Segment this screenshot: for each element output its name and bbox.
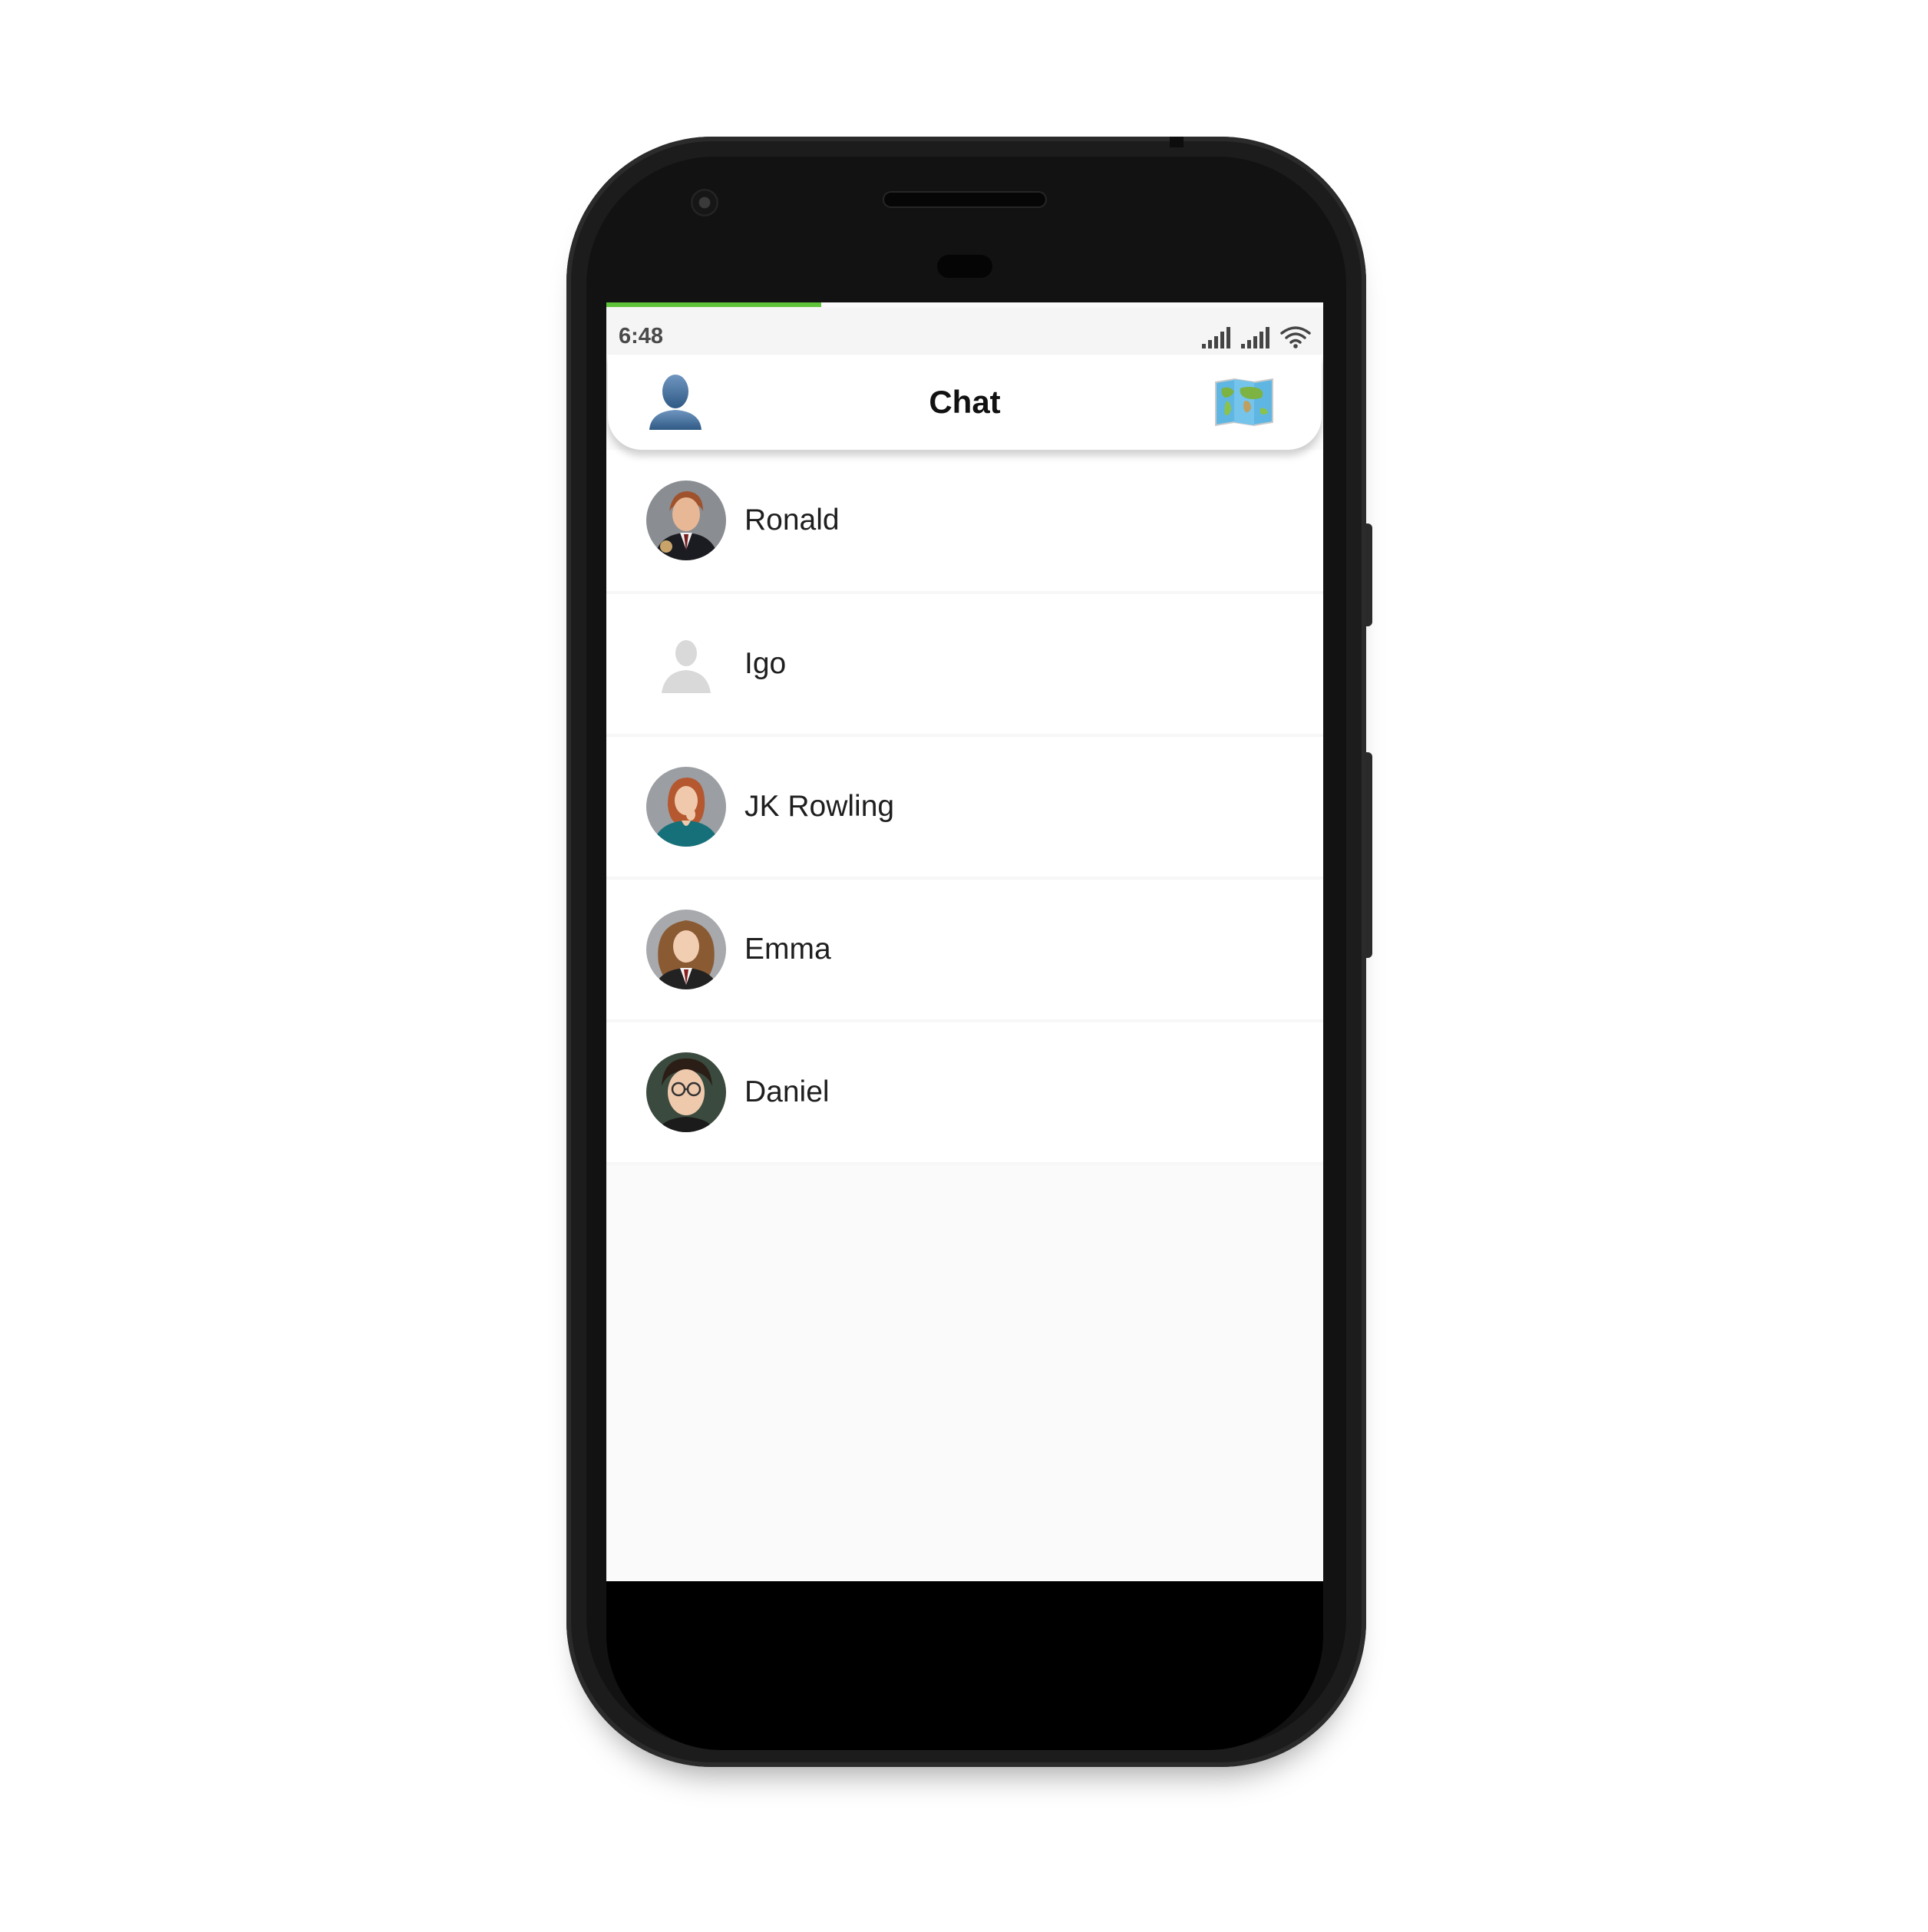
avatar — [646, 910, 726, 989]
avatar — [646, 767, 726, 847]
front-camera — [691, 189, 718, 216]
contact-name: Daniel — [744, 1075, 830, 1108]
app-header: Chat — [608, 355, 1322, 450]
phone-chin — [606, 1581, 1323, 1750]
wifi-icon — [1280, 326, 1311, 348]
phone-antenna-mark — [1170, 137, 1184, 147]
status-bar: 6:48 — [606, 307, 1323, 355]
status-time: 6:48 — [619, 324, 664, 348]
list-item[interactable]: Emma — [606, 880, 1323, 1022]
device-mockup: 6:48 Chat Ronald Igo JK Rowling Emma Dan… — [0, 0, 1928, 1932]
signal-icon — [1241, 327, 1269, 348]
signal-icon — [1202, 327, 1230, 348]
avatar — [646, 1052, 726, 1132]
app-screen: 6:48 Chat Ronald Igo JK Rowling Emma Dan… — [606, 302, 1323, 1581]
earpiece-speaker — [884, 193, 1045, 206]
contact-list: Ronald Igo JK Rowling Emma Daniel — [606, 450, 1323, 1165]
contact-name: Ronald — [744, 504, 840, 537]
list-item[interactable]: JK Rowling — [606, 737, 1323, 880]
contact-name: Emma — [744, 933, 831, 966]
default-avatar-icon — [646, 624, 726, 704]
contact-name: JK Rowling — [744, 790, 895, 823]
avatar — [646, 481, 726, 560]
list-item[interactable]: Igo — [606, 594, 1323, 737]
status-icons — [1202, 322, 1311, 348]
world-map-icon[interactable] — [1214, 378, 1274, 427]
power-button — [1365, 752, 1372, 958]
volume-button — [1365, 523, 1372, 626]
list-item[interactable]: Ronald — [606, 450, 1323, 594]
contact-name: Igo — [744, 647, 787, 680]
list-item[interactable]: Daniel — [606, 1022, 1323, 1165]
proximity-sensor — [937, 255, 992, 278]
